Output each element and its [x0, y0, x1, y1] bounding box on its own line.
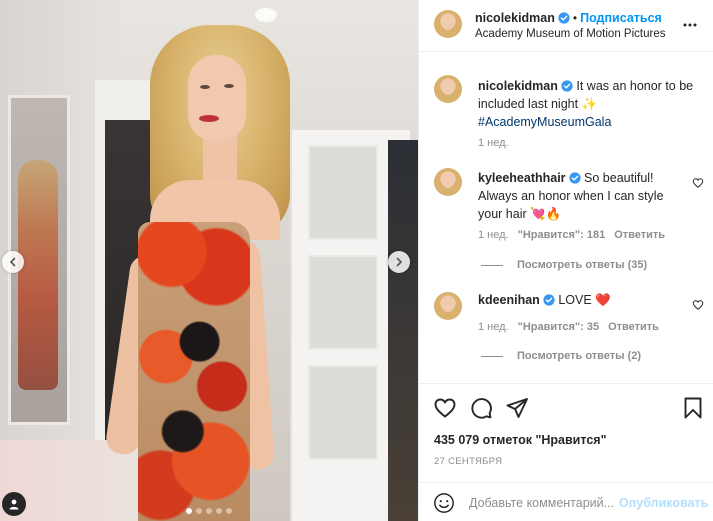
view-replies-button[interactable]: Посмотреть ответы (2)	[481, 350, 641, 362]
heart-icon[interactable]	[433, 396, 457, 420]
heart-icon[interactable]	[692, 299, 704, 311]
reply-button[interactable]: Ответить	[608, 321, 659, 333]
avatar[interactable]	[434, 75, 462, 103]
photo-background-right	[388, 140, 418, 521]
chevron-left-icon	[9, 257, 16, 267]
photo-subject-face	[188, 55, 246, 141]
post-comment-button[interactable]: Опубликовать	[619, 496, 708, 510]
comment-icon[interactable]	[469, 396, 493, 420]
carousel-prev-button[interactable]	[2, 251, 24, 273]
post-caption: nicolekidman It was an honor to be inclu…	[478, 77, 700, 131]
photo-subject-dress	[138, 222, 250, 521]
carousel-dot	[186, 508, 192, 514]
tagged-users-button[interactable]	[2, 492, 26, 516]
carousel-dot	[226, 508, 232, 514]
post-actions-bar	[419, 383, 713, 433]
comment-username[interactable]: kdeenihan	[478, 293, 540, 307]
photo-door-pane	[308, 365, 378, 460]
verified-icon	[558, 12, 570, 24]
verified-icon	[568, 172, 581, 184]
post-photo[interactable]	[0, 0, 418, 521]
photo-subject-lips	[199, 115, 219, 122]
comment-likes-count[interactable]: "Нравится": 181	[518, 229, 606, 241]
post-author-username[interactable]: nicolekidman	[475, 11, 555, 25]
post-date[interactable]: 27 СЕНТЯБРЯ	[434, 456, 502, 467]
share-icon[interactable]	[505, 396, 529, 420]
photo-door-pane	[308, 145, 378, 240]
avatar[interactable]	[434, 10, 462, 38]
likes-count[interactable]: 435 079 отметок "Нравится"	[434, 433, 607, 447]
comment-text: LOVE ❤️	[558, 293, 611, 307]
post-header: nicolekidman • Подписаться Academy Museum …	[419, 0, 713, 52]
carousel-indicator	[186, 508, 232, 514]
comment-timestamp[interactable]: 1 нед.	[478, 229, 509, 241]
bookmark-icon[interactable]	[681, 396, 705, 420]
comment-username[interactable]: kyleeheathhair	[478, 171, 566, 185]
comment-input[interactable]	[469, 493, 617, 513]
heart-icon[interactable]	[692, 177, 704, 189]
caption-timestamp[interactable]: 1 нед.	[478, 137, 509, 149]
verified-icon	[543, 294, 555, 306]
avatar[interactable]	[434, 292, 462, 320]
post-side-panel: nicolekidman • Подписаться Academy Museum …	[418, 0, 713, 521]
photo-door-pane	[308, 255, 378, 350]
separator-dot: •	[572, 11, 578, 25]
view-replies-button[interactable]: Посмотреть ответы (35)	[481, 259, 647, 271]
photo-subject-eye	[200, 85, 210, 89]
comment-likes-count[interactable]: "Нравится": 35	[518, 321, 599, 333]
add-comment-bar: Опубликовать	[419, 482, 713, 521]
chevron-right-icon	[396, 257, 403, 267]
photo-subject-eye	[224, 84, 234, 88]
caption-username[interactable]: nicolekidman	[478, 79, 558, 93]
caption-hashtag[interactable]: #AcademyMuseumGala	[478, 115, 611, 129]
verified-icon	[561, 80, 573, 92]
reply-button[interactable]: Ответить	[614, 229, 665, 241]
emoji-icon[interactable]	[433, 492, 455, 514]
avatar[interactable]	[434, 168, 462, 196]
carousel-next-button[interactable]	[388, 251, 410, 273]
more-icon[interactable]	[682, 17, 698, 33]
follow-button[interactable]: Подписаться	[580, 11, 662, 25]
photo-ceiling-light	[255, 8, 277, 22]
comment-meta: 1 нед. "Нравится": 181 Ответить	[478, 229, 674, 241]
carousel-dot	[216, 508, 222, 514]
user-tag-icon	[9, 499, 19, 510]
carousel-dot	[196, 508, 202, 514]
photo-mirror-reflection	[18, 160, 58, 390]
comment-meta: 1 нед. "Нравится": 35 Ответить	[478, 321, 668, 333]
carousel-dot	[206, 508, 212, 514]
comment-timestamp[interactable]: 1 нед.	[478, 321, 509, 333]
post-location[interactable]: Academy Museum of Motion Pictures	[475, 28, 665, 40]
